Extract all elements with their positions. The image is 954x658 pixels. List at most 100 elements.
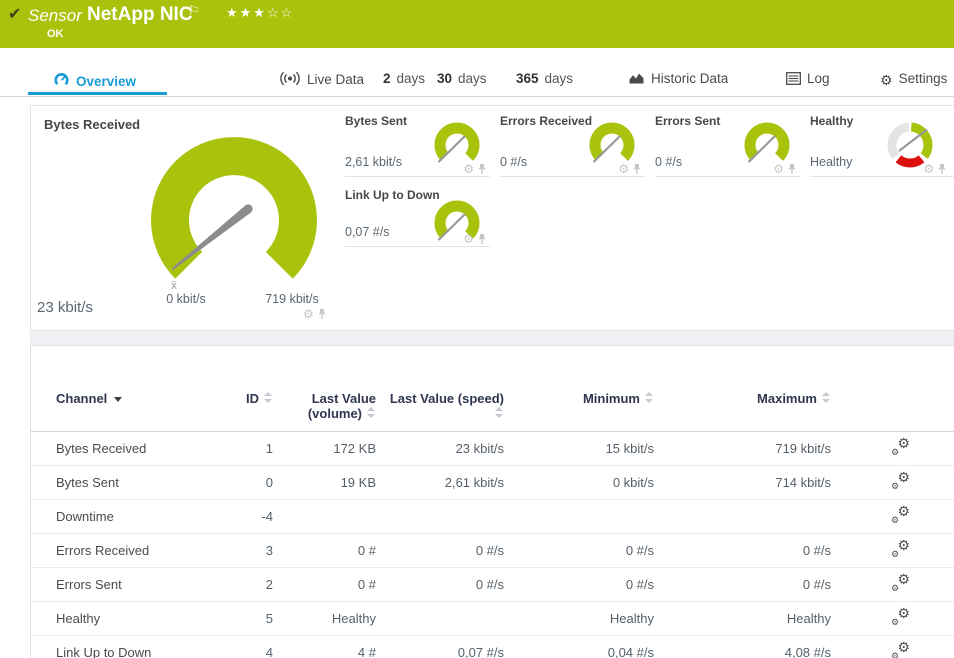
last-value-volume: 0 # xyxy=(273,534,376,568)
gauge-settings-icon[interactable]: ⚙ xyxy=(923,163,934,175)
gauge-title: Errors Received xyxy=(500,114,592,128)
channel-settings-icon[interactable]: ⚙⚙ xyxy=(891,541,910,558)
pin-icon[interactable] xyxy=(477,163,487,175)
channels-panel: Channel ID Last Value (volume) Last Valu… xyxy=(30,345,954,658)
gauge-title: Bytes Received xyxy=(44,117,140,132)
header-label: Last Value (speed) xyxy=(390,391,504,406)
gauge-settings-icon[interactable]: ⚙ xyxy=(303,308,314,320)
maximum-value: 4,08 #/s xyxy=(654,636,831,658)
last-value-volume: 4 # xyxy=(273,636,376,658)
tab-label: days xyxy=(397,71,426,86)
live-data-icon xyxy=(279,71,301,89)
column-header-channel[interactable]: Channel xyxy=(31,346,211,432)
gauge-settings-icon[interactable]: ⚙ xyxy=(463,163,474,175)
flag-icon[interactable]: ⚐ xyxy=(188,3,200,19)
channel-id: 5 xyxy=(211,602,273,636)
active-tab-underline xyxy=(28,92,167,95)
channels-table: Channel ID Last Value (volume) Last Valu… xyxy=(31,346,954,658)
channel-settings-icon[interactable]: ⚙⚙ xyxy=(891,609,910,626)
priority-stars[interactable]: ★★★☆☆ xyxy=(226,5,294,21)
gauges-panel: Bytes Received x̄ 0 kbit/s 719 kbit/s 23… xyxy=(30,105,954,331)
column-header-minimum[interactable]: Minimum xyxy=(504,346,654,432)
table-row[interactable]: Errors Received 3 0 # 0 #/s 0 #/s 0 #/s … xyxy=(31,534,954,568)
channel-id: 2 xyxy=(211,568,273,602)
gauge-title: Errors Sent xyxy=(655,114,720,128)
tab-365-days[interactable]: 365days xyxy=(516,71,573,86)
gauge-min-label: 0 kbit/s xyxy=(150,292,222,306)
pin-icon[interactable] xyxy=(787,163,797,175)
table-row[interactable]: Bytes Received 1 172 KB 23 kbit/s 15 kbi… xyxy=(31,432,954,466)
tab-number: 2 xyxy=(383,71,391,86)
column-header-maximum[interactable]: Maximum xyxy=(654,346,831,432)
channel-settings-icon[interactable]: ⚙⚙ xyxy=(891,575,910,592)
column-header-tools xyxy=(831,346,954,432)
pin-icon[interactable] xyxy=(477,233,487,245)
column-header-id[interactable]: ID xyxy=(211,346,273,432)
last-value-speed: 23 kbit/s xyxy=(376,432,504,466)
channel-id: 3 xyxy=(211,534,273,568)
tab-label: Settings xyxy=(899,71,948,86)
last-value-volume: 19 KB xyxy=(273,466,376,500)
tab-number: 30 xyxy=(437,71,452,86)
channel-name: Errors Received xyxy=(31,534,211,568)
last-value-volume xyxy=(273,500,376,534)
column-header-last-value-volume[interactable]: Last Value (volume) xyxy=(273,346,376,432)
tab-label: Overview xyxy=(76,74,136,89)
sort-caret-icon xyxy=(114,397,122,402)
gauge-settings-icon[interactable]: ⚙ xyxy=(618,163,629,175)
channel-settings-icon[interactable]: ⚙⚙ xyxy=(891,507,910,524)
average-marker: x̄ xyxy=(171,278,177,292)
header-label: ID xyxy=(246,391,259,406)
last-value-speed: 2,61 kbit/s xyxy=(376,466,504,500)
gauge-settings-icon[interactable]: ⚙ xyxy=(773,163,784,175)
gauge-value: 0,07 #/s xyxy=(345,225,389,239)
last-value-speed: 0 #/s xyxy=(376,534,504,568)
minimum-value: Healthy xyxy=(504,602,654,636)
maximum-value: Healthy xyxy=(654,602,831,636)
table-row[interactable]: Link Up to Down 4 4 # 0,07 #/s 0,04 #/s … xyxy=(31,636,954,658)
minimum-value: 0 #/s xyxy=(504,534,654,568)
tab-30-days[interactable]: 30 days xyxy=(437,71,487,86)
gauge-tools: ⚙ xyxy=(303,308,327,320)
channel-name: Errors Sent xyxy=(31,568,211,602)
tab-overview[interactable]: Overview xyxy=(53,71,136,91)
sensor-overview-page: ✔ Sensor NetApp NIC ⚐ ★★★☆☆ OK Overview xyxy=(0,0,954,658)
tab-historic-data[interactable]: Historic Data xyxy=(628,71,728,88)
gauge-cell-healthy: Healthy Healthy ⚙ xyxy=(810,112,954,177)
channel-name: Link Up to Down xyxy=(31,636,211,658)
channel-name: Healthy xyxy=(31,602,211,636)
channel-settings-icon[interactable]: ⚙⚙ xyxy=(891,439,910,456)
table-row[interactable]: Downtime -4 ⚙⚙ xyxy=(31,500,954,534)
gauge-icon xyxy=(53,71,70,91)
column-header-last-value-speed[interactable]: Last Value (speed) xyxy=(376,346,504,432)
tab-live-data[interactable]: Live Data xyxy=(279,71,364,89)
status-badge: OK xyxy=(47,28,64,40)
tab-settings[interactable]: ⚙Settings xyxy=(880,71,947,89)
channel-settings-icon[interactable]: ⚙⚙ xyxy=(891,643,910,658)
tab-2-days[interactable]: 2 days xyxy=(383,71,425,86)
header-label: Last Value (volume) xyxy=(308,391,376,421)
gauge-value: 0 #/s xyxy=(500,155,527,169)
minimum-value: 0 kbit/s xyxy=(504,466,654,500)
table-row[interactable]: Errors Sent 2 0 # 0 #/s 0 #/s 0 #/s ⚙⚙ xyxy=(31,568,954,602)
pin-icon[interactable] xyxy=(632,163,642,175)
tab-log[interactable]: Log xyxy=(786,71,830,88)
maximum-value: 714 kbit/s xyxy=(654,466,831,500)
pin-icon[interactable] xyxy=(317,308,327,320)
gauge-settings-icon[interactable]: ⚙ xyxy=(463,233,474,245)
last-value-speed: 0 #/s xyxy=(376,568,504,602)
minimum-value: 15 kbit/s xyxy=(504,432,654,466)
last-value-volume: Healthy xyxy=(273,602,376,636)
pin-icon[interactable] xyxy=(937,163,947,175)
gauge-title: Link Up to Down xyxy=(345,188,440,202)
channel-name: Downtime xyxy=(31,500,211,534)
sort-arrows-icon xyxy=(495,407,504,419)
table-row[interactable]: Healthy 5 Healthy Healthy Healthy ⚙⚙ xyxy=(31,602,954,636)
channel-settings-icon[interactable]: ⚙⚙ xyxy=(891,473,910,490)
tab-label: Historic Data xyxy=(651,71,728,86)
sort-arrows-icon xyxy=(264,392,273,404)
table-row[interactable]: Bytes Sent 0 19 KB 2,61 kbit/s 0 kbit/s … xyxy=(31,466,954,500)
last-value-speed: 0,07 #/s xyxy=(376,636,504,658)
object-kind-label: Sensor xyxy=(28,6,82,26)
tab-label: days xyxy=(458,71,487,86)
